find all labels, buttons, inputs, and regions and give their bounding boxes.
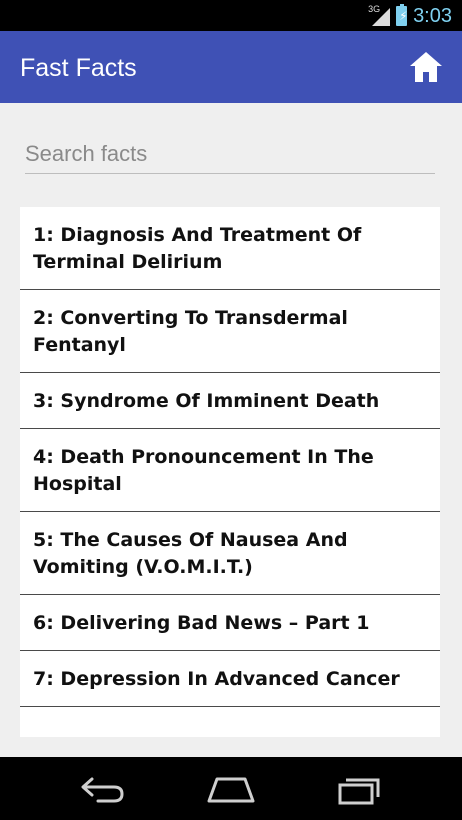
home-icon	[410, 52, 442, 82]
back-icon	[81, 777, 124, 803]
fact-list: 1: Diagnosis And Treatment Of Terminal D…	[20, 207, 440, 737]
home-button[interactable]	[408, 49, 444, 85]
action-bar: Fast Facts	[0, 31, 462, 103]
search-field	[25, 137, 435, 174]
recent-apps-icon	[338, 778, 380, 805]
list-item[interactable]: 3: Syndrome Of Imminent Death	[20, 373, 440, 429]
main-content: 1: Diagnosis And Treatment Of Terminal D…	[0, 103, 462, 757]
home-nav-icon	[207, 777, 255, 803]
list-item[interactable]: 5: The Causes Of Nausea And Vomiting (V.…	[20, 512, 440, 595]
battery-icon: ⚡	[396, 4, 408, 26]
list-item-partial[interactable]	[20, 707, 440, 737]
list-item[interactable]: 6: Delivering Bad News – Part 1	[20, 595, 440, 651]
list-item[interactable]: 1: Diagnosis And Treatment Of Terminal D…	[20, 207, 440, 290]
list-item[interactable]: 7: Depression In Advanced Cancer	[20, 651, 440, 707]
search-input[interactable]	[25, 137, 435, 171]
back-button[interactable]	[80, 773, 126, 805]
signal-icon: 3G	[368, 4, 391, 26]
status-bar: 3G ⚡ 3:03	[0, 0, 462, 31]
clock: 3:03	[413, 5, 452, 27]
list-item[interactable]: 2: Converting To Transdermal Fentanyl	[20, 290, 440, 373]
navigation-bar	[0, 757, 462, 820]
recent-apps-button[interactable]	[336, 773, 382, 805]
app-title: Fast Facts	[20, 54, 137, 82]
home-nav-button[interactable]	[205, 773, 257, 805]
list-item[interactable]: 4: Death Pronouncement In The Hospital	[20, 429, 440, 512]
status-icons: 3G ⚡ 3:03	[368, 4, 452, 28]
